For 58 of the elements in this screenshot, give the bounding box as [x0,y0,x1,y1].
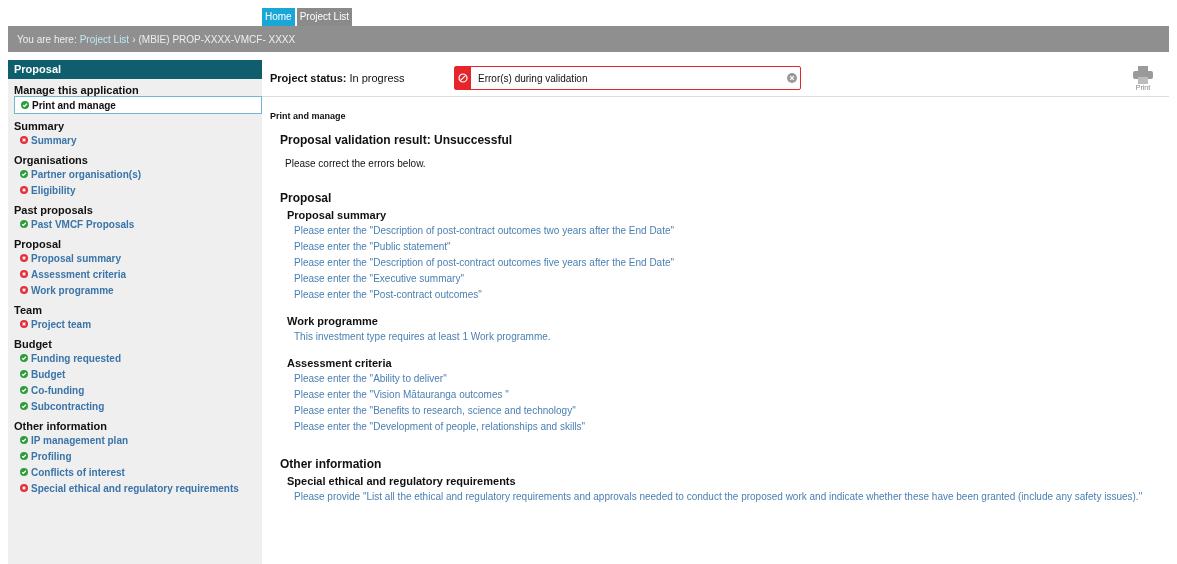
error-message: Please enter the "Vision Mātauranga outcomes " [294,388,510,402]
printer-icon [1133,65,1153,84]
sidebar-group-heading: Past proposals [13,203,94,216]
sidebar-group-heading: Other information [13,419,108,432]
sidebar-group-heading: Budget [13,337,53,350]
sidebar-item[interactable]: Budget [14,366,262,382]
sidebar-item[interactable]: Work programme [14,282,262,298]
sidebar-item[interactable]: Past VMCF Proposals [14,216,262,232]
error-message: Please enter the "Description of post-contract outcomes five years after the End Date" [294,256,676,270]
sidebar-item[interactable]: Conflicts of interest [14,464,262,480]
project-status: Project status: In progress [269,72,406,84]
breadcrumb-current: (MBIE) PROP-XXXX-VMCF- XXXX [138,33,296,45]
subsection-heading: Work programme [287,315,379,327]
breadcrumb-link[interactable]: Project List [79,33,130,45]
nav-tab[interactable]: Home [262,8,295,26]
error-message: Please enter the "Benefits to research, science and technology" [294,404,577,418]
sidebar-title: Proposal [8,60,262,79]
section-heading: Other information [280,457,383,471]
sidebar-group-heading: Proposal [13,237,63,250]
breadcrumb-label: You are here: [17,33,77,45]
prohibited-icon [458,73,468,83]
subsection-heading: Special ethical and regulatory requirements [287,475,517,487]
alert-message: Error(s) during validation [477,72,589,84]
sidebar-item[interactable]: Print and manage [14,96,262,114]
sidebar-item[interactable]: Proposal summary [14,250,262,266]
section-heading: Proposal [280,191,333,205]
sidebar-item[interactable]: Profiling [14,448,262,464]
error-message: Please enter the "Description of post-contract outcomes two years after the End Date" [294,224,676,238]
error-message: Please enter the "Post-contract outcomes" [294,288,483,302]
sidebar-item[interactable]: Eligibility [14,182,262,198]
error-message: Please enter the "Development of people, relationships and skills" [294,420,587,434]
subsection-heading: Proposal summary [287,209,388,221]
breadcrumb-separator: › [132,33,136,45]
sidebar-item[interactable]: Co-funding [14,382,262,398]
sidebar-group-heading: Manage this application [13,83,140,96]
page-title: Print and manage [269,110,347,121]
sidebar-item[interactable]: Assessment criteria [14,266,262,282]
sidebar-item[interactable]: Subcontracting [14,398,262,414]
result-note: Please correct the errors below. [285,158,427,169]
nav-tab[interactable]: Project List [296,8,353,26]
error-message: This investment type requires at least 1 Work programme. [294,330,552,344]
error-message: Please enter the "Public statement" [294,240,452,254]
sidebar-item[interactable]: Summary [14,132,262,148]
sidebar-group-heading: Team [13,303,43,316]
close-button[interactable] [787,73,797,83]
subsection-heading: Assessment criteria [287,357,393,369]
sidebar-item[interactable]: Partner organisation(s) [14,166,262,182]
sidebar-item[interactable]: IP management plan [14,432,262,448]
sidebar-item[interactable]: Special ethical and regulatory requirements [14,480,262,496]
close-icon [787,73,797,83]
sidebar-item[interactable]: Project team [14,316,262,332]
result-heading: Proposal validation result: Unsuccessful [280,133,514,147]
error-message: Please provide "List all the ethical and regulatory requirements and approvals needed to conduct the proposed work and indicate whether these have been granted (include any safety issues)." [294,490,1144,504]
sidebar-group-heading: Summary [13,119,66,132]
error-message: Please enter the "Ability to deliver" [294,372,448,386]
error-message: Please enter the "Executive summary" [294,272,465,286]
sidebar-group-heading: Organisations [13,153,89,166]
sidebar-item[interactable]: Funding requested [14,350,262,366]
